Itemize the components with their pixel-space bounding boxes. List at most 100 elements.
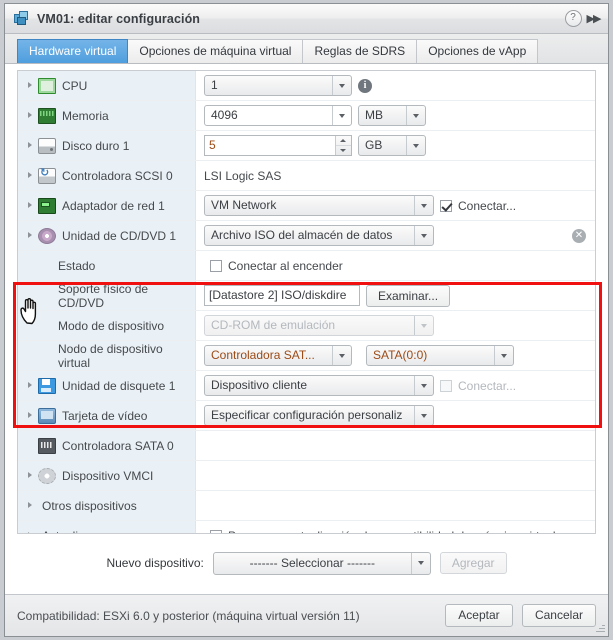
pointing-hand-cursor	[19, 296, 45, 326]
row-label-cell-estado: Estado	[18, 251, 196, 280]
row-label-cell-red: Adaptador de red 1	[18, 191, 196, 220]
row-label-cpu: CPU	[62, 78, 88, 93]
network-dropdown[interactable]: VM Network	[204, 195, 434, 216]
chevron-down-icon	[332, 346, 351, 365]
cpu-count-value: 1	[211, 78, 218, 92]
expand-arrow-icon[interactable]	[25, 410, 36, 421]
table-row-cddvd-modo: Modo de dispositivo CD-ROM de emulación	[18, 311, 595, 341]
row-label-cell-sata: Controladora SATA 0	[18, 431, 196, 460]
connect-at-power-on-label: Conectar al encender	[228, 258, 343, 273]
chevron-down-icon	[406, 106, 425, 125]
iso-path-input[interactable]: [Datastore 2] ISO/diskdire	[204, 285, 360, 306]
checkbox-icon	[210, 259, 222, 272]
stepper-up-icon[interactable]	[336, 136, 351, 146]
cpu-icon	[38, 77, 56, 94]
row-label-actualizar: Actualizar	[42, 529, 95, 534]
floppy-connect-label: Conectar...	[458, 378, 517, 393]
cddvd-type-value: Archivo ISO del almacén de datos	[211, 228, 393, 242]
row-label-memoria: Memoria	[62, 108, 109, 123]
tab-opciones-vapp[interactable]: Opciones de vApp	[416, 39, 539, 63]
row-label-otros: Otros dispositivos	[42, 498, 137, 513]
table-row-video-card: Tarjeta de vídeo Especificar configuraci…	[18, 401, 595, 431]
tab-hardware-virtual[interactable]: Hardware virtual	[17, 39, 129, 63]
expand-arrow-icon[interactable]	[25, 110, 36, 121]
device-mode-dropdown: CD-ROM de emulación	[204, 315, 434, 336]
table-row-cddvd: Unidad de CD/DVD 1 Archivo ISO del almac…	[18, 221, 595, 251]
virtual-device-node-controller-dropdown[interactable]: Controladora SAT...	[204, 345, 352, 366]
stepper-buttons[interactable]	[335, 136, 351, 155]
disk-size-stepper[interactable]: 5	[204, 135, 352, 156]
cancel-button[interactable]: Cancelar	[521, 604, 596, 627]
sata-controller-icon	[38, 437, 56, 454]
memory-size-input[interactable]: 4096	[204, 105, 352, 126]
row-label-red: Adaptador de red 1	[62, 198, 165, 213]
row-label-cell-scsi: Controladora SCSI 0	[18, 161, 196, 190]
row-value-cell-disco-duro: 5 GB	[196, 131, 595, 160]
row-label-disco-duro: Disco duro 1	[62, 138, 130, 153]
checkbox-icon	[440, 199, 452, 212]
chevron-down-icon	[332, 76, 351, 95]
scsi-controller-icon	[38, 166, 56, 184]
scsi-controller-value: LSI Logic SAS	[204, 168, 282, 183]
resize-grip-icon[interactable]	[595, 624, 605, 634]
expand-arrow-icon[interactable]	[25, 380, 36, 391]
add-device-button[interactable]: Agregar	[439, 552, 507, 574]
device-mode-value: CD-ROM de emulación	[211, 318, 336, 332]
memory-size-value: 4096	[211, 108, 238, 122]
help-button[interactable]: ?	[564, 10, 582, 28]
cddvd-type-dropdown[interactable]: Archivo ISO del almacén de datos	[204, 225, 434, 246]
chevron-down-icon	[414, 376, 433, 395]
cpu-count-dropdown[interactable]: 1	[204, 75, 352, 96]
chevron-down-icon	[406, 136, 425, 155]
expand-arrow-icon[interactable]	[25, 80, 36, 91]
dialog-titlebar: VM01: editar configuración ? ▶▶	[5, 4, 608, 34]
schedule-upgrade-label: Programar actualización de compatibilida…	[228, 529, 566, 534]
expand-arrow-icon[interactable]	[25, 140, 36, 151]
info-icon[interactable]: i	[358, 78, 372, 93]
stepper-down-icon[interactable]	[336, 146, 351, 155]
floppy-type-dropdown[interactable]: Dispositivo cliente	[204, 375, 434, 396]
row-value-cell-modo: CD-ROM de emulación	[196, 311, 595, 340]
row-label-cell-cddvd: Unidad de CD/DVD 1	[18, 221, 196, 250]
collapse-arrow-icon[interactable]	[25, 230, 36, 241]
schedule-upgrade-checkbox[interactable]: Programar actualización de compatibilida…	[210, 529, 566, 534]
expand-arrow-icon[interactable]	[25, 200, 36, 211]
new-device-label: Nuevo dispositivo:	[106, 556, 204, 570]
chevron-down-icon	[414, 316, 433, 335]
tab-opciones-maquina-virtual[interactable]: Opciones de máquina virtual	[127, 39, 304, 63]
examinar-button[interactable]: Examinar...	[366, 284, 451, 307]
new-device-bar: Nuevo dispositivo: ------- Seleccionar -…	[17, 546, 596, 580]
new-device-dropdown[interactable]: ------- Seleccionar -------	[212, 551, 431, 575]
table-row-scsi-controller: Controladora SCSI 0 LSI Logic SAS	[18, 161, 595, 191]
checkbox-icon	[440, 379, 452, 392]
maximize-button[interactable]: ▶▶	[584, 10, 602, 28]
row-value-cell-otros	[196, 491, 595, 520]
chevron-down-icon	[414, 406, 433, 425]
memory-icon	[38, 107, 56, 124]
network-connect-checkbox[interactable]: Conectar...	[440, 199, 516, 213]
video-settings-dropdown[interactable]: Especificar configuración personaliz	[204, 405, 434, 426]
expand-arrow-icon[interactable]	[25, 500, 36, 511]
network-connect-label: Conectar...	[458, 198, 517, 213]
disk-unit-dropdown[interactable]: GB	[358, 135, 426, 156]
harddisk-icon	[38, 137, 56, 154]
row-value-cell-soporte: [Datastore 2] ISO/diskdire Examinar...	[196, 281, 595, 310]
expand-arrow-icon[interactable]	[25, 170, 36, 181]
remove-device-icon[interactable]: ✕	[572, 228, 586, 243]
row-label-video: Tarjeta de vídeo	[62, 408, 148, 423]
chevron-down-icon	[414, 226, 433, 245]
ok-button[interactable]: Aceptar	[444, 604, 513, 627]
row-label-cell-vmci: Dispositivo VMCI	[18, 461, 196, 490]
row-value-cell-red: VM Network Conectar...	[196, 191, 595, 220]
table-row-network-adapter: Adaptador de red 1 VM Network Conectar..…	[18, 191, 595, 221]
expand-arrow-icon[interactable]	[25, 530, 36, 533]
connect-at-power-on-checkbox[interactable]: Conectar al encender	[210, 259, 343, 273]
memory-unit-dropdown[interactable]: MB	[358, 105, 426, 126]
vm-icon	[14, 11, 30, 26]
virtual-device-node-port-dropdown[interactable]: SATA(0:0)	[366, 345, 514, 366]
dialog-title: VM01: editar configuración	[37, 11, 201, 26]
tab-reglas-sdrs[interactable]: Reglas de SDRS	[302, 39, 418, 63]
chevron-down-icon	[494, 346, 513, 365]
row-value-cell-cpu: 1 i	[196, 71, 595, 100]
expand-arrow-icon[interactable]	[25, 470, 36, 481]
